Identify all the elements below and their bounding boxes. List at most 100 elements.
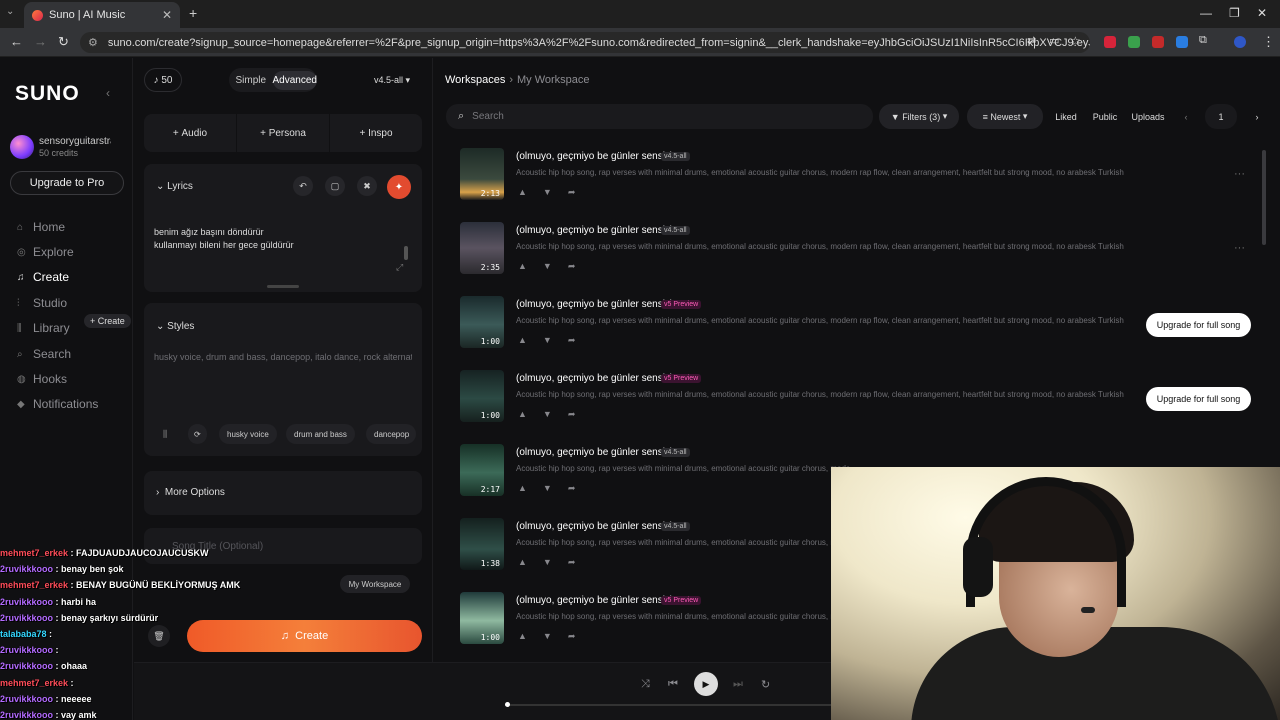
style-library-icon[interactable]: ⫼ [163,429,167,440]
song-title[interactable]: (olmuyo, geçmiyo be günler sensiz) [516,447,673,458]
sidebar-item-hooks[interactable]: ◍ Hooks [17,372,67,386]
browser-tab[interactable]: Suno | AI Music ✕ [24,2,180,28]
share-icon[interactable]: ➦ [568,557,592,567]
more-options-header[interactable]: › More Options [156,487,225,498]
cast-icon[interactable]: ▭ [1049,34,1059,47]
add-persona-button[interactable]: + Persona [237,114,330,152]
thumbs-up-icon[interactable]: ▲ [518,557,543,567]
copy-icon[interactable]: ▢ [325,176,345,196]
extension-icon[interactable] [1104,36,1116,48]
bookmark-star-icon[interactable]: ☆ [1070,34,1081,48]
forward-icon[interactable]: → [34,34,47,49]
thumbs-down-icon[interactable]: ▼ [543,187,568,197]
extension-icon[interactable] [1152,36,1164,48]
next-track-icon[interactable]: ⏭ [733,678,743,691]
share-icon[interactable]: ➦ [568,187,592,197]
shuffle-styles-icon[interactable]: ⟳ [188,424,207,444]
page-number[interactable]: 1 [1205,104,1237,129]
thumbs-down-icon[interactable]: ▼ [543,557,568,567]
user-name[interactable]: sensoryguitarstra [39,136,111,147]
song-row[interactable]: 2:13 (olmuyo, geçmiyo be günler sensiz) v4… [460,148,1260,208]
song-title[interactable]: (olmuyo, geçmiyo be günler sensiz) [516,373,673,384]
thumbs-up-icon[interactable]: ▲ [518,187,543,197]
thumbs-down-icon[interactable]: ▼ [543,483,568,493]
more-options-icon[interactable]: ··· [1234,168,1245,180]
sidebar-item-home[interactable]: ⌂ Home [17,220,65,234]
styles-input[interactable]: husky voice, drum and bass, dancepop, it… [154,352,412,362]
shuffle-icon[interactable]: ⤨ [641,678,650,691]
create-button[interactable]: ♫ Create [187,620,422,652]
sidebar-item-studio[interactable]: ⫶ Studio [17,296,67,310]
reload-icon[interactable]: ↻ [58,34,69,50]
avatar[interactable] [10,135,34,159]
upgrade-full-song-button[interactable]: Upgrade for full song [1146,387,1251,411]
undo-icon[interactable]: ↶ [293,176,313,196]
sidebar-item-search[interactable]: ⌕ Search [17,347,71,361]
style-tag[interactable]: drum and bass [286,424,355,444]
song-row[interactable]: 1:00 (olmuyo, geçmiyo be günler sensiz) v5… [460,370,1260,430]
sidebar-item-notifications[interactable]: ◆ Notifications [17,397,98,411]
lyrics-scrollbar[interactable] [404,246,408,260]
add-inspo-button[interactable]: + Inspo [330,114,422,152]
lyrics-header[interactable]: ⌄ Lyrics [156,181,193,192]
uploads-filter[interactable]: Uploads [1128,104,1168,129]
song-title[interactable]: (olmuyo, geçmiyo be günler sensiz) [516,299,673,310]
translate-icon[interactable]: ⇄ [1027,34,1036,47]
song-cover[interactable]: 1:00 [460,370,504,422]
thumbs-up-icon[interactable]: ▲ [518,335,543,345]
sidebar-item-library[interactable]: ⫼ Library [17,321,70,335]
extension-icon[interactable] [1128,36,1140,48]
song-title[interactable]: (olmuyo, geçmiyo be günler sensiz) [516,521,673,532]
style-tag[interactable]: husky voice [219,424,277,444]
tab-search-icon[interactable]: ⌄ [6,6,14,17]
credits-pill[interactable]: ♪ 50 [144,68,182,92]
style-tag[interactable]: dancepop [366,424,416,444]
expand-icon[interactable]: ⤢ [396,262,403,273]
breadcrumb-root[interactable]: Workspaces [445,74,505,86]
sidebar-item-create[interactable]: ♫ Create [17,270,69,284]
song-title[interactable]: (olmuyo, geçmiyo be günler sensiz) [516,225,673,236]
thumbs-up-icon[interactable]: ▲ [518,483,543,493]
filters-button[interactable]: ▼ Filters (3) ▾ [879,104,959,129]
magic-wand-icon[interactable]: ✦ [387,175,411,199]
site-info-icon[interactable]: ⚙ [88,36,98,49]
song-cover[interactable]: 1:00 [460,592,504,644]
thumbs-down-icon[interactable]: ▼ [543,409,568,419]
minimize-icon[interactable]: — [1200,6,1212,20]
progress-bar[interactable] [505,702,831,707]
song-cover[interactable]: 1:38 [460,518,504,570]
tab-simple[interactable]: Simple [229,75,273,86]
share-icon[interactable]: ➦ [568,631,592,641]
public-filter[interactable]: Public [1088,104,1122,129]
song-title[interactable]: (olmuyo, geçmiyo be günler sensiz) [516,595,673,606]
extensions-puzzle-icon[interactable]: ⧉ [1199,34,1207,47]
share-icon[interactable]: ➦ [568,261,592,271]
song-title[interactable]: (olmuyo, geçmiyo be günler sensiz) [516,151,673,162]
close-window-icon[interactable]: ✕ [1257,6,1267,20]
thumbs-down-icon[interactable]: ▼ [543,335,568,345]
share-icon[interactable]: ➦ [568,335,592,345]
add-audio-button[interactable]: + Audio [144,114,237,152]
styles-header[interactable]: ⌄ Styles [156,321,194,332]
url-bar[interactable]: ⚙ suno.com/create?signup_source=homepage… [80,32,1090,53]
prev-page-icon[interactable]: ‹ [1178,104,1194,129]
suno-logo[interactable]: SUNO [15,82,80,106]
trash-icon[interactable]: ✖ [357,176,377,196]
sidebar-item-explore[interactable]: ◎ Explore [17,245,74,259]
lyrics-textarea[interactable]: benim ağız başını döndürür kullanmayı bi… [154,226,294,252]
repeat-icon[interactable]: ↻ [761,678,770,691]
share-icon[interactable]: ➦ [568,409,592,419]
song-row[interactable]: 2:35 (olmuyo, geçmiyo be günler sensiz) v4… [460,222,1260,282]
tab-advanced[interactable]: Advanced [272,70,317,90]
back-icon[interactable]: ← [10,34,23,49]
liked-filter[interactable]: Liked [1050,104,1082,129]
extension-icon[interactable] [1176,36,1188,48]
next-page-icon[interactable]: › [1249,104,1265,129]
sort-button[interactable]: ≡ Newest ▾ [967,104,1043,129]
song-list-scrollbar[interactable] [1262,150,1266,245]
workspace-search[interactable]: ⌕ Search [446,104,873,129]
restore-icon[interactable]: ❐ [1229,6,1240,20]
profile-avatar-icon[interactable] [1234,36,1246,48]
upgrade-full-song-button[interactable]: Upgrade for full song [1146,313,1251,337]
thumbs-up-icon[interactable]: ▲ [518,409,543,419]
